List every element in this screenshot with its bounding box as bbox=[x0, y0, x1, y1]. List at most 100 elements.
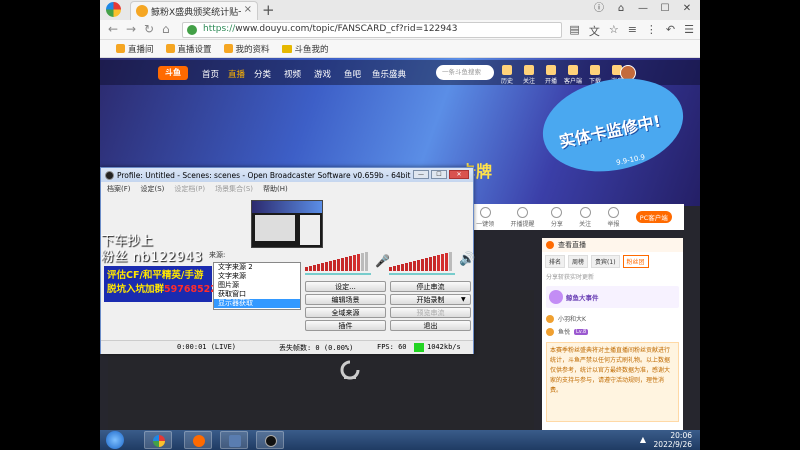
action-item[interactable]: 一键领 bbox=[476, 206, 494, 228]
close-icon[interactable]: ✕ bbox=[678, 2, 696, 16]
speaker-icon[interactable]: 🔊 bbox=[459, 252, 475, 267]
bookmark-item[interactable]: 直播设置 bbox=[165, 43, 212, 55]
home-icon[interactable]: ⌂ bbox=[162, 22, 170, 36]
minimize-icon[interactable]: — bbox=[413, 170, 429, 179]
more-icon[interactable]: ☰ bbox=[684, 23, 694, 39]
tray-expand-icon[interactable]: ▲ bbox=[640, 435, 646, 444]
list-item[interactable]: 鱼悦 Lv.8 bbox=[542, 325, 683, 338]
star-icon bbox=[579, 206, 591, 218]
maximize-icon[interactable]: ☐ bbox=[656, 2, 674, 16]
heart-icon bbox=[524, 65, 534, 75]
menu-file[interactable]: 档案(F) bbox=[107, 184, 131, 194]
new-tab-button[interactable]: + bbox=[262, 1, 275, 19]
meter-bar bbox=[441, 254, 444, 271]
tray-clock[interactable]: 20:06 2022/9/26 bbox=[654, 431, 692, 449]
extensions-icon[interactable]: ⋮ bbox=[646, 23, 657, 39]
tab-rank[interactable]: 排名 bbox=[545, 255, 566, 268]
source-item[interactable]: 获取窗口 bbox=[214, 290, 300, 299]
taskbar-browser[interactable] bbox=[144, 431, 172, 449]
translate-icon[interactable]: 文 bbox=[589, 23, 600, 39]
desktop-volume-slider[interactable] bbox=[389, 273, 455, 275]
url-field[interactable]: https://www.douyu.com/topic/FANSCARD_cf?… bbox=[182, 22, 562, 38]
bookmark-item[interactable]: 我的资料 bbox=[223, 43, 270, 55]
source-item[interactable]: 文字来源 bbox=[214, 272, 300, 281]
source-item[interactable]: 文字来源 2 bbox=[214, 263, 300, 272]
taskbar-obs[interactable] bbox=[256, 431, 284, 449]
audio-meters: 🎤 🔊 bbox=[305, 252, 475, 276]
action-item[interactable]: 分享 bbox=[551, 206, 563, 228]
meter-bar bbox=[401, 264, 404, 271]
action-item[interactable]: 开播提醒 bbox=[510, 206, 535, 228]
menu-scene-collection[interactable]: 场景集合(S) bbox=[215, 184, 253, 194]
close-icon[interactable]: ✕ bbox=[449, 170, 469, 179]
preview-stream-button[interactable]: 预览串流 bbox=[390, 307, 471, 318]
list-item[interactable]: 小羽和大K bbox=[542, 312, 683, 325]
tab-vip[interactable]: 贵宾(1) bbox=[591, 255, 620, 268]
menu-icon[interactable]: ≡ bbox=[628, 23, 637, 39]
meter-bar bbox=[437, 255, 440, 271]
mic-volume-slider[interactable] bbox=[305, 273, 371, 275]
plugins-button[interactable]: 插件 bbox=[305, 320, 386, 331]
nav-festival[interactable]: 鱼乐盛典 bbox=[372, 68, 406, 80]
nav-games[interactable]: 游戏 bbox=[314, 68, 331, 80]
obs-window[interactable]: Profile: Untitled - Scenes: scenes - Ope… bbox=[100, 167, 475, 354]
back-icon[interactable]: ← bbox=[108, 22, 118, 36]
nav-yuba[interactable]: 鱼吧 bbox=[344, 68, 361, 80]
client-button[interactable]: 客户端 bbox=[562, 65, 584, 85]
record-dropdown-icon[interactable]: ▼ bbox=[461, 296, 466, 303]
start-live-button[interactable]: 开播 bbox=[540, 65, 562, 85]
secure-shield-icon bbox=[187, 25, 197, 35]
action-item[interactable]: 关注 bbox=[579, 206, 591, 228]
site-search-input[interactable]: 一条斗鱼搜索 bbox=[436, 65, 494, 80]
exit-button[interactable]: 退出 bbox=[390, 320, 471, 331]
fans-header[interactable]: 查看直播 bbox=[542, 238, 683, 252]
douyu-page: 斗鱼 首页 直播 分类 视频 游戏 鱼吧 鱼乐盛典 一条斗鱼搜索 历史 关注 开… bbox=[100, 58, 700, 430]
douyu-favicon-icon bbox=[223, 44, 233, 53]
start-button[interactable] bbox=[106, 431, 124, 449]
tab-close-icon[interactable]: × bbox=[244, 4, 252, 15]
pc-client-button[interactable]: PC客户端 bbox=[635, 211, 672, 223]
source-item[interactable]: 图片源 bbox=[214, 281, 300, 290]
menu-help[interactable]: 帮助(H) bbox=[263, 184, 288, 194]
mic-level-meter bbox=[305, 252, 371, 272]
obs-title-bar[interactable]: Profile: Untitled - Scenes: scenes - Ope… bbox=[101, 168, 473, 182]
info-icon[interactable]: ⓘ bbox=[590, 2, 608, 16]
tab-fans[interactable]: 粉丝团 bbox=[622, 255, 649, 268]
forward-icon[interactable]: → bbox=[126, 22, 136, 36]
tab-weekly[interactable]: 周榜 bbox=[568, 255, 589, 268]
maximize-icon[interactable]: ☐ bbox=[431, 170, 447, 179]
nav-home[interactable]: 首页 bbox=[202, 68, 219, 80]
start-recording-button[interactable]: 开始录制 bbox=[390, 294, 471, 305]
refresh-icon[interactable]: ↻ bbox=[144, 22, 154, 36]
bookmark-item[interactable]: 直播间 bbox=[116, 43, 154, 55]
minimize-icon[interactable]: — bbox=[634, 2, 652, 16]
source-item-selected[interactable]: 显示器获取 bbox=[214, 299, 300, 308]
menu-settings[interactable]: 设定(S) bbox=[141, 184, 165, 194]
action-item[interactable]: 举报 bbox=[607, 206, 619, 228]
edit-scene-button[interactable]: 编辑场景 bbox=[305, 294, 386, 305]
pin-icon[interactable]: ⌂ bbox=[612, 2, 630, 16]
settings-button[interactable]: 设定... bbox=[305, 281, 386, 292]
undo-icon[interactable]: ↶ bbox=[666, 23, 675, 39]
nav-live[interactable]: 直播 bbox=[228, 68, 245, 80]
browser-tab[interactable]: 鲸粉X盛典颁奖统计贴一期_ × bbox=[130, 1, 258, 20]
nav-video[interactable]: 视频 bbox=[284, 68, 301, 80]
bookmark-folder[interactable]: 斗鱼我的 bbox=[281, 43, 329, 55]
reader-icon[interactable]: ▤ bbox=[569, 23, 579, 39]
sources-list[interactable]: 文字来源 2 文字来源 图片源 获取窗口 显示器获取 bbox=[213, 262, 301, 310]
taskbar-window[interactable] bbox=[220, 431, 248, 449]
history-button[interactable]: 历史 bbox=[496, 65, 518, 85]
follow-button[interactable]: 关注 bbox=[518, 65, 540, 85]
microphone-icon[interactable]: 🎤 bbox=[375, 254, 390, 268]
taskbar-app[interactable] bbox=[184, 431, 212, 449]
meter-bar bbox=[349, 256, 352, 271]
user-avatar-icon bbox=[546, 314, 554, 323]
douyu-logo[interactable]: 斗鱼 bbox=[158, 66, 188, 80]
nav-category[interactable]: 分类 bbox=[254, 68, 271, 80]
stop-streaming-button[interactable]: 停止串流 bbox=[390, 281, 471, 292]
menu-profile[interactable]: 设定档(P) bbox=[174, 184, 205, 194]
global-sources-button[interactable]: 全域来源 bbox=[305, 307, 386, 318]
browser-logo-icon[interactable] bbox=[106, 2, 121, 17]
event-notice[interactable]: 鲸鱼大事件 bbox=[546, 286, 679, 308]
bookmark-star-icon[interactable]: ☆ bbox=[609, 23, 619, 39]
